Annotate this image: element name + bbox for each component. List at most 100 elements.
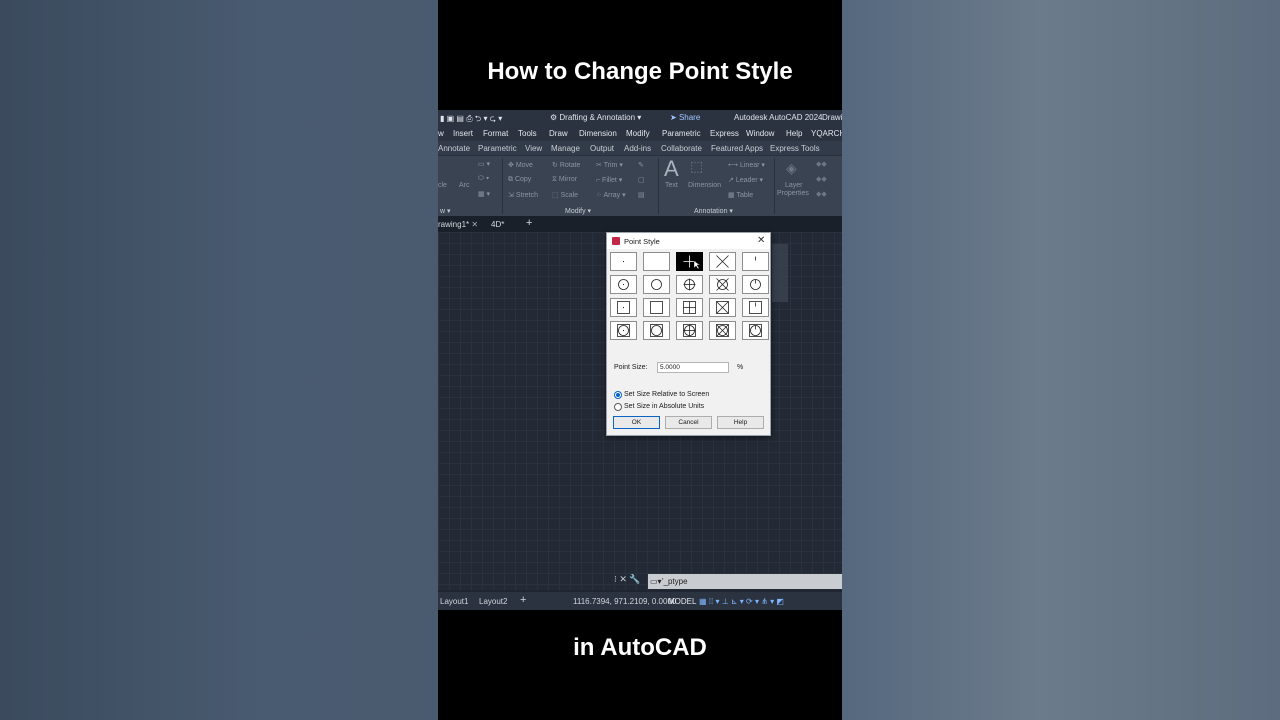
arc-tool[interactable]: Arc (459, 182, 470, 189)
menu-yqarch[interactable]: YQARCH (811, 129, 842, 138)
cancel-button[interactable]: Cancel (665, 416, 712, 429)
text-icon[interactable]: A (664, 156, 679, 182)
background-right (842, 0, 1280, 720)
menu-express[interactable]: Express (710, 129, 739, 138)
point-style-circle-square-dot[interactable] (610, 321, 637, 340)
workspace-selector[interactable]: ⚙ Drafting & Annotation ▾ (550, 113, 641, 122)
tab-layout2[interactable]: Layout2 (479, 597, 507, 606)
circle-tool[interactable]: cle (438, 182, 447, 189)
modify-panel-title[interactable]: Modify ▾ (565, 207, 591, 215)
command-line[interactable]: ▭▾ '_ptype (648, 574, 842, 589)
point-style-square-tick[interactable] (742, 298, 769, 317)
ok-button[interactable]: OK (613, 416, 660, 429)
scale-tool[interactable]: ⬚ Scale (552, 191, 578, 199)
tab-featured-apps[interactable]: Featured Apps (711, 144, 763, 153)
tab-layout1[interactable]: Layout1 (440, 597, 468, 606)
point-style-none[interactable] (643, 252, 670, 271)
share-button[interactable]: ➤ Share (670, 113, 700, 122)
point-style-plus[interactable] (676, 252, 703, 271)
point-style-x[interactable] (709, 252, 736, 271)
menu-draw[interactable]: Draw (549, 129, 568, 138)
menu-dimension[interactable]: Dimension (579, 129, 617, 138)
table-tool[interactable]: ▦ Table (728, 191, 753, 199)
fillet-tool[interactable]: ⌐ Fillet ▾ (596, 176, 622, 184)
stretch-tool[interactable]: ⇲ Stretch (508, 191, 538, 199)
annotation-panel-title[interactable]: Annotation ▾ (694, 207, 733, 215)
menu-insert[interactable]: Insert (453, 129, 473, 138)
point-style-circle-dot[interactable] (610, 275, 637, 294)
layer-icon[interactable]: ◈ (786, 160, 797, 177)
ribbon-separator (774, 158, 775, 214)
tab-manage[interactable]: Manage (551, 144, 580, 153)
line-tools-icons[interactable]: ▭ ▾ ⬭ ▾ ▦ ▾ (478, 160, 490, 198)
tab-annotate[interactable]: Annotate (438, 144, 470, 153)
tab-parametric[interactable]: Parametric (478, 144, 517, 153)
close-icon[interactable]: ✕ (757, 235, 765, 246)
radio-absolute[interactable] (614, 403, 622, 411)
autocad-window: ▮ ▣ ▤ ⎙ ⮌ ▾ ⮎ ▾ ⚙ Drafting & Annotation … (438, 110, 842, 610)
dimension-tool[interactable]: Dimension (688, 182, 721, 189)
point-style-circle-square-tick[interactable] (742, 321, 769, 340)
point-style-circle-x[interactable] (709, 275, 736, 294)
point-style-circle-tick[interactable] (742, 275, 769, 294)
close-icon[interactable]: ✕ (471, 220, 478, 229)
layer-tools-icons[interactable]: ◆◆ ◆◆ ◆◆ (816, 160, 827, 198)
menu-help[interactable]: Help (786, 129, 802, 138)
radio-relative[interactable] (614, 391, 622, 399)
point-style-circle-square-none[interactable] (643, 321, 670, 340)
point-style-circle-square-x[interactable] (709, 321, 736, 340)
linear-label: Linear (739, 162, 760, 169)
menu-modify[interactable]: Modify (626, 129, 650, 138)
array-tool[interactable]: ⁘ Array ▾ (596, 191, 626, 199)
help-button[interactable]: Help (717, 416, 764, 429)
tab-collaborate[interactable]: Collaborate (661, 144, 702, 153)
point-style-tick[interactable] (742, 252, 769, 271)
point-style-square-dot[interactable] (610, 298, 637, 317)
leader-tool[interactable]: ↗ Leader ▾ (728, 176, 763, 184)
draw-panel-title[interactable]: w ▾ (440, 207, 451, 215)
point-style-icon (683, 255, 701, 270)
point-style-square-x[interactable] (709, 298, 736, 317)
model-space-button[interactable]: MODEL (668, 597, 696, 606)
point-style-dot[interactable] (610, 252, 637, 271)
dimension-icon[interactable]: ⬚ (690, 158, 703, 175)
coordinates-readout: 1116.7394, 971.2109, 0.0000 (573, 597, 677, 606)
trim-tool[interactable]: ✂ Trim ▾ (596, 161, 623, 169)
menu-bar: w Insert Format Tools Draw Dimension Mod… (438, 126, 842, 141)
rotate-tool[interactable]: ↻ Rotate (552, 161, 580, 169)
command-line-icons[interactable]: ⁝ ✕ 🔧 (614, 574, 641, 585)
layer-label[interactable]: Layer (785, 182, 803, 189)
video-frame: How to Change Point Style ▮ ▣ ▤ ⎙ ⮌ ▾ ⮎ … (438, 0, 842, 720)
point-style-circle-plus[interactable] (676, 275, 703, 294)
edit-icons[interactable]: ✎ ▢ ▤ (638, 161, 645, 199)
point-style-circle-square-plus[interactable] (676, 321, 703, 340)
tab-drawing2[interactable]: 4D* (491, 220, 504, 229)
tab-output[interactable]: Output (590, 144, 614, 153)
ribbon-separator (502, 158, 503, 214)
new-tab-icon[interactable]: + (526, 217, 532, 229)
point-style-square-none[interactable] (643, 298, 670, 317)
point-style-square-plus[interactable] (676, 298, 703, 317)
menu-tools[interactable]: Tools (518, 129, 537, 138)
menu-draw-partial[interactable]: w (438, 129, 444, 138)
tab-view[interactable]: View (525, 144, 542, 153)
tab-drawing1[interactable]: rawing1* ✕ (438, 220, 478, 229)
autocad-icon (612, 237, 620, 245)
move-tool[interactable]: ✥ Move (508, 161, 533, 169)
menu-parametric[interactable]: Parametric (662, 129, 701, 138)
copy-tool[interactable]: ⧉ Copy (508, 176, 531, 184)
tab-add-ins[interactable]: Add-ins (624, 144, 651, 153)
text-tool[interactable]: Text (665, 182, 678, 189)
menu-format[interactable]: Format (483, 129, 508, 138)
point-size-input[interactable]: 5.0000 (657, 362, 729, 373)
qat-icons[interactable]: ▮ ▣ ▤ ⎙ ⮌ ▾ ⮎ ▾ (440, 113, 502, 127)
properties-label[interactable]: Properties (777, 190, 809, 197)
add-layout-icon[interactable]: + (520, 594, 526, 606)
point-style-circle-none[interactable] (643, 275, 670, 294)
menu-window[interactable]: Window (746, 129, 774, 138)
status-toggle-icons[interactable]: ▦ ⁞⁞ ▾ ⊥ ⊾ ▾ ⟳ ▾ ⋔ ▾ ◩ (699, 597, 784, 606)
tab-express-tools[interactable]: Express Tools (770, 144, 820, 153)
linear-tool[interactable]: ⟷ Linear ▾ (728, 161, 765, 169)
point-style-icon (617, 324, 630, 337)
mirror-tool[interactable]: ⧖ Mirror (552, 176, 577, 184)
